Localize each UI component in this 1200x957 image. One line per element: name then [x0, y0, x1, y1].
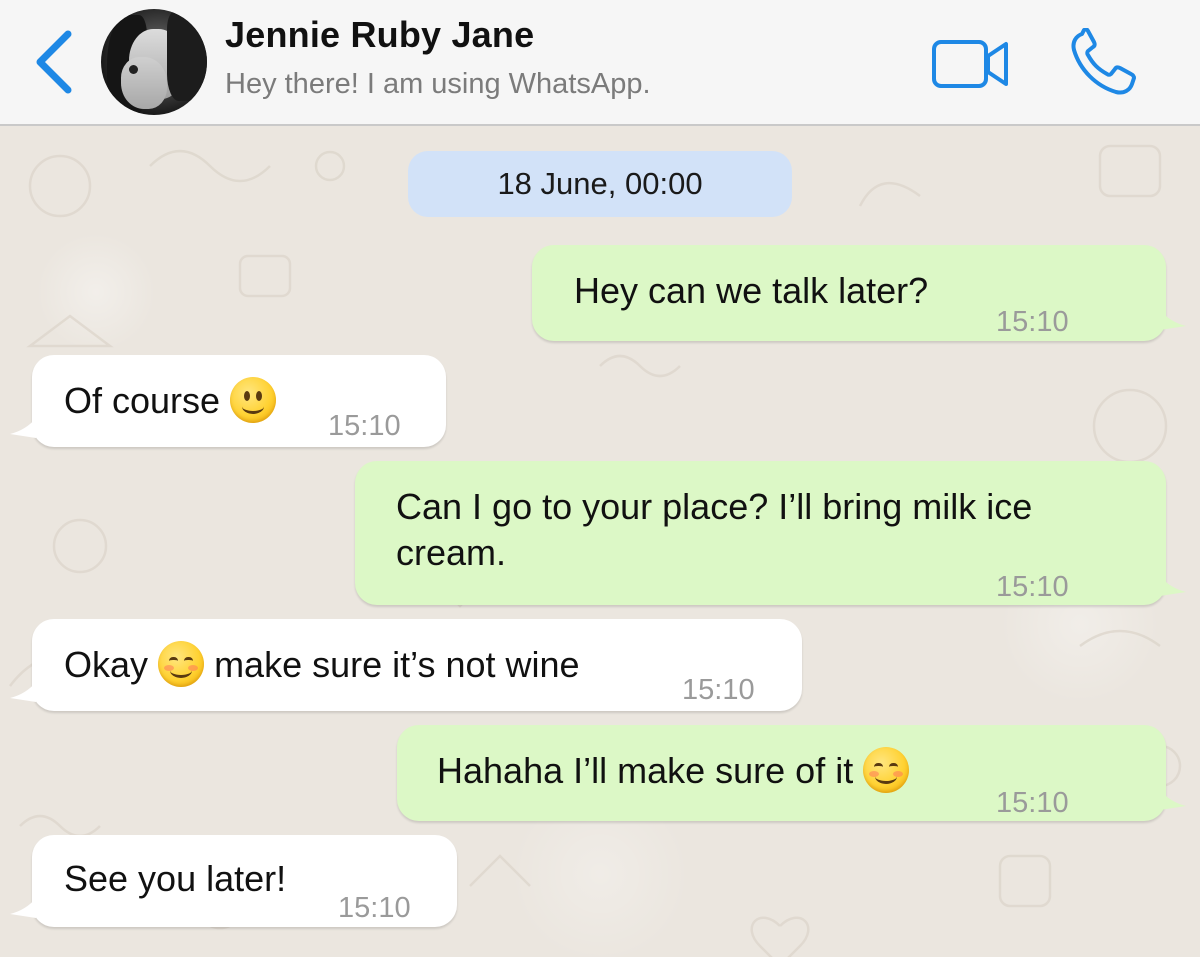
- message-time: 15:10: [996, 306, 1069, 338]
- phone-icon: [1071, 27, 1136, 95]
- date-separator: 18 June, 00:00: [408, 151, 792, 217]
- back-button[interactable]: [30, 28, 80, 98]
- message-text-line: Hahaha I’ll make sure of it: [437, 747, 910, 793]
- message-bubble-outgoing[interactable]: Can I go to your place? I’ll bring milk …: [355, 461, 1166, 605]
- message-bubble-incoming[interactable]: Of course 15:10: [32, 355, 446, 447]
- video-call-button[interactable]: [930, 38, 1010, 90]
- message-text: Of course: [64, 380, 221, 421]
- message-text-before: Okay: [64, 644, 149, 685]
- bubble-tail: [1160, 310, 1186, 330]
- message-bubble-outgoing[interactable]: Hahaha I’ll make sure of it 15:10: [397, 725, 1166, 821]
- message-bubble-incoming[interactable]: See you later! 15:10: [32, 835, 457, 927]
- message-text-after: make sure it’s not wine: [214, 644, 580, 685]
- chat-header: Jennie Ruby Jane Hey there! I am using W…: [0, 0, 1200, 126]
- contact-name[interactable]: Jennie Ruby Jane: [225, 14, 534, 56]
- message-text: Hey can we talk later?: [574, 270, 929, 311]
- bubble-tail: [1160, 790, 1186, 810]
- bubble-tail: [10, 682, 36, 702]
- message-bubble-outgoing[interactable]: Hey can we talk later? 15:10: [532, 245, 1166, 341]
- bubble-tail: [10, 418, 36, 438]
- contact-status: Hey there! I am using WhatsApp.: [225, 68, 651, 100]
- video-camera-icon: [932, 40, 1008, 88]
- message-time: 15:10: [996, 787, 1069, 819]
- bubble-tail: [1160, 576, 1186, 596]
- message-text-line-1: Can I go to your place? I’ll bring milk …: [396, 486, 1033, 527]
- message-text: Hahaha I’ll make sure of it: [437, 750, 854, 791]
- message-text-line-2: cream.: [396, 532, 507, 573]
- bubble-tail: [10, 898, 36, 918]
- smiling-face-with-smiling-eyes-icon: [158, 641, 205, 687]
- message-time: 15:10: [682, 674, 755, 706]
- message-text: See you later!: [64, 858, 287, 899]
- message-time: 15:10: [328, 410, 401, 442]
- message-text-line: Of course: [64, 377, 277, 423]
- contact-avatar[interactable]: [101, 9, 207, 115]
- message-time: 15:10: [996, 571, 1069, 603]
- message-text-line: Okay make sure it’s not wine: [64, 641, 580, 687]
- slightly-smiling-face-icon: [230, 377, 277, 423]
- smiling-face-with-smiling-eyes-icon: [863, 747, 910, 793]
- chevron-left-icon: [36, 30, 72, 94]
- message-time: 15:10: [338, 892, 411, 924]
- voice-call-button[interactable]: [1068, 27, 1140, 98]
- chat-area[interactable]: 18 June, 00:00 Hey can we talk later? 15…: [0, 126, 1200, 957]
- message-bubble-incoming[interactable]: Okay make sure it’s not wine 15:10: [32, 619, 802, 711]
